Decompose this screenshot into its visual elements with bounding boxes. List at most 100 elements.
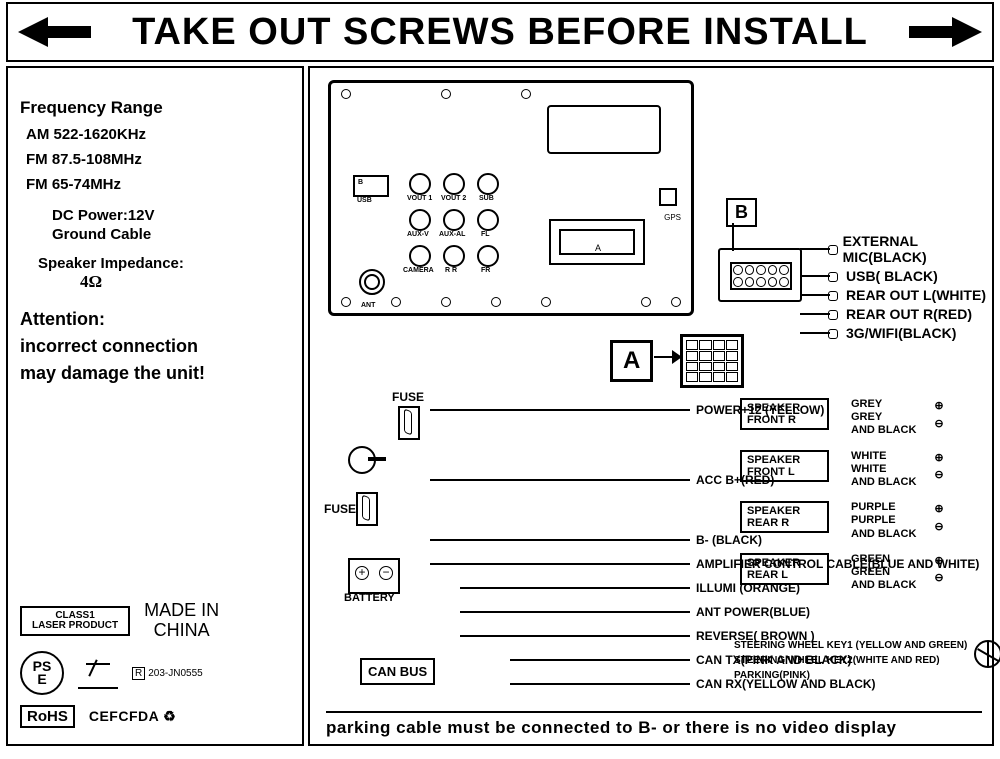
class1-badge: CLASS1 LASER PRODUCT <box>20 606 130 636</box>
wire-ext-mic: EXTERNAL MIC(BLACK) <box>843 233 992 265</box>
vout1-label: VOUT 1 <box>407 195 432 202</box>
screw-icon <box>391 297 401 307</box>
polarity-icon: ⊕⊖ <box>934 450 943 485</box>
rca-vout1 <box>409 173 431 195</box>
fuse-icon <box>398 406 420 440</box>
gps-port <box>659 188 677 206</box>
spk-fr-c1: GREY <box>851 398 916 411</box>
freq-title: Frequency Range <box>20 98 290 118</box>
polarity-icon: ⊕⊖ <box>934 553 943 588</box>
b-connector <box>718 248 802 302</box>
spk-fr-box: SPEAKER FRONT R <box>740 398 829 430</box>
screw-icon <box>341 89 351 99</box>
certifications: CEFCFDA ♻ <box>89 708 176 725</box>
screw-icon <box>341 297 351 307</box>
canbus-box: CAN BUS <box>360 658 435 685</box>
ignition-key-icon <box>348 446 376 474</box>
screw-icon <box>491 297 501 307</box>
made-in-label: MADE IN CHINA <box>144 601 219 641</box>
chassis-backpanel: B USB VOUT 1 VOUT 2 SUB AUX-V AUX-AL FL … <box>328 80 694 316</box>
badges-area: CLASS1 LASER PRODUCT MADE IN CHINA PS E … <box>20 591 290 738</box>
specs-panel: Frequency Range AM 522-1620KHz FM 87.5-1… <box>6 66 304 746</box>
rca-camera <box>409 245 431 267</box>
a-callout-label: A <box>610 340 653 382</box>
screw-icon <box>541 297 551 307</box>
vout2-label: VOUT 2 <box>441 195 466 202</box>
camera-label: CAMERA <box>403 267 434 274</box>
spec-dc: DC Power:12V <box>52 207 290 224</box>
spk-rl-box: SPEAKER REAR L <box>740 553 829 585</box>
battery-label: BATTERY <box>344 592 395 604</box>
wire-rear-r: REAR OUT R(RED) <box>846 306 972 322</box>
spec-am: AM 522-1620KHz <box>26 126 290 143</box>
plug-icon <box>800 328 840 338</box>
a-connector <box>680 334 744 388</box>
polarity-icon: ⊕⊖ <box>934 501 943 536</box>
fuse-label-1: FUSE <box>392 390 424 404</box>
screw-icon <box>671 297 681 307</box>
madein-l2: CHINA <box>144 621 219 641</box>
reg-number: 203-JN0555 <box>148 668 202 679</box>
madein-l1: MADE IN <box>144 601 219 621</box>
rca-auxv <box>409 209 431 231</box>
b-wire-list: EXTERNAL MIC(BLACK) USB( BLACK) REAR OUT… <box>800 230 992 344</box>
connector-a-letter: A <box>595 243 601 253</box>
screw-icon <box>521 89 531 99</box>
wire-usb: USB( BLACK) <box>846 268 938 284</box>
wire-wifi: 3G/WIFI(BLACK) <box>846 325 956 341</box>
spk-fr-c2: GREY AND BLACK <box>851 411 916 437</box>
b-callout-label: B <box>726 198 757 227</box>
wire-rear-l: REAR OUT L(WHITE) <box>846 287 986 303</box>
spec-ohm: 4Ω <box>80 272 290 292</box>
usb-port: B <box>353 175 389 197</box>
battery-icon <box>348 558 400 594</box>
usb-label: USB <box>357 197 372 204</box>
ant-label: ANT <box>361 302 375 309</box>
plug-icon <box>800 244 837 254</box>
rohs-badge: RoHS <box>20 705 75 728</box>
auxal-label: AUX-AL <box>439 231 465 238</box>
class1-l2: LASER PRODUCT <box>32 621 118 631</box>
spk-fl-box: SPEAKER FRONT L <box>740 450 829 482</box>
auxv-label: AUX-V <box>407 231 429 238</box>
spk-rl-c2: GREEN AND BLACK <box>851 566 916 592</box>
fuse-label-2: FUSE <box>324 502 356 516</box>
spec-impedance: Speaker Impedance: <box>38 255 290 272</box>
rr-label: R R <box>445 267 457 274</box>
sw-key2: STEERING WHEEL KEY2(WHITE AND RED) <box>734 653 967 668</box>
sub-label: SUB <box>479 195 494 202</box>
fuse-icon <box>356 492 378 526</box>
arrow-right-icon <box>952 17 982 47</box>
antenna-port <box>359 269 385 295</box>
sw-key1: STEERING WHEEL KEY1 (YELLOW AND GREEN) <box>734 638 967 653</box>
spk-fl-c1: WHITE <box>851 450 916 463</box>
rca-vout2 <box>443 173 465 195</box>
rca-auxal <box>443 209 465 231</box>
spk-rl-c1: GREEN <box>851 553 916 566</box>
arrow-left-icon <box>18 17 48 47</box>
rca-rr <box>443 245 465 267</box>
spk-rr-box: SPEAKER REAR R <box>740 501 829 533</box>
rca-fl <box>477 209 499 231</box>
sw-parking: PARKING(PINK) <box>734 668 967 683</box>
attention-text: Attention: incorrect connection may dama… <box>20 306 290 387</box>
spk-rr-c1: PURPLE <box>851 501 916 514</box>
header-banner: TAKE OUT SCREWS BEFORE INSTALL <box>6 2 994 62</box>
grounding-icon <box>78 657 118 689</box>
screw-icon <box>641 297 651 307</box>
gps-label: GPS <box>664 213 681 222</box>
rca-sub <box>477 173 499 195</box>
spk-fl-c2: WHITE AND BLACK <box>851 463 916 489</box>
fl-label: FL <box>481 231 490 238</box>
wire-antpower: ANT POWER(BLUE) <box>696 605 810 619</box>
connector-a-socket: A <box>549 219 645 265</box>
spk-rr-c2: PURPLE AND BLACK <box>851 514 916 540</box>
r-mark-icon: R <box>132 667 145 680</box>
spec-fm2: FM 65-74MHz <box>26 176 290 193</box>
rca-fr <box>477 245 499 267</box>
screw-icon <box>441 297 451 307</box>
pse-badge: PS E <box>20 651 64 695</box>
polarity-icon: ⊕⊖ <box>934 398 943 433</box>
header-title: TAKE OUT SCREWS BEFORE INSTALL <box>132 11 868 54</box>
fr-label: FR <box>481 267 490 274</box>
